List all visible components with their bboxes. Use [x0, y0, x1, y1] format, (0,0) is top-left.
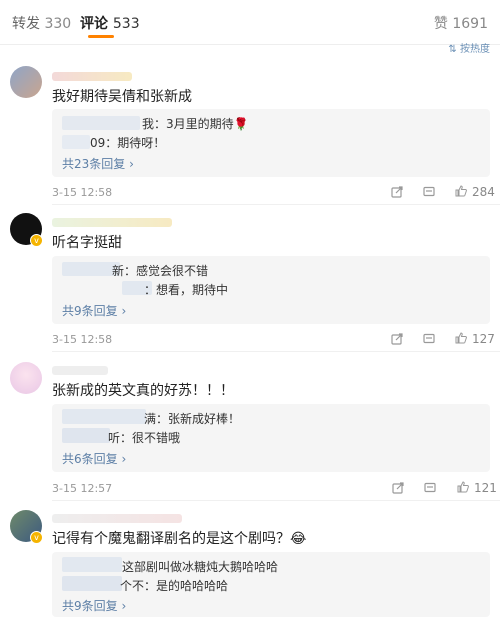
reply-preview-box[interactable]: 我：3月里的期待🌹 09：期待呀！ 共23条回复 › — [52, 109, 490, 177]
sort-button[interactable]: ⇅ 按热度 — [448, 40, 490, 55]
username-redacted[interactable] — [52, 218, 172, 227]
comment-icon[interactable] — [423, 333, 435, 345]
tab-comment[interactable]: 评论 533 — [80, 13, 140, 33]
reply-username-redacted — [62, 576, 122, 591]
reply-preview-box[interactable]: 新：感觉会很不错 ：想看，期待中 共9条回复 › — [52, 256, 490, 324]
comment-text: 我好期待吴倩和张新成 — [52, 89, 192, 105]
sort-icon: ⇅ — [448, 44, 457, 55]
reply-line: 听：很不错哦 — [108, 431, 181, 445]
comment-tabs: 转发 330 评论 533 赞 1691 — [0, 0, 500, 44]
tab-repost-count: 330 — [44, 16, 72, 32]
comment-divider — [52, 351, 500, 352]
comment-icon[interactable] — [423, 186, 435, 198]
like-count: 284 — [472, 185, 495, 199]
comment-divider — [52, 500, 500, 501]
username-redacted[interactable] — [52, 366, 108, 375]
reply-username-redacted — [62, 135, 90, 149]
comment-text: 记得有个魔鬼翻译剧名的是这个剧吗？😂 — [52, 531, 307, 547]
view-replies-link[interactable]: 共9条回复 › — [62, 597, 126, 614]
comment-time: 3-15 12:57 — [52, 482, 113, 495]
like-count: 121 — [474, 481, 497, 495]
reply-line: 满：张新成好棒！ — [144, 412, 241, 426]
share-icon[interactable] — [392, 482, 404, 494]
comment-time: 3-15 12:58 — [52, 186, 113, 199]
tab-comment-label: 评论 — [80, 16, 108, 32]
tab-like[interactable]: 赞 1691 — [434, 13, 488, 33]
reply-line: 我：3月里的期待🌹 — [142, 117, 249, 131]
like-count: 127 — [472, 332, 495, 346]
reply-preview-box[interactable]: 这部剧叫做冰糖炖大鹅哈哈哈 个不：是的哈哈哈哈 共9条回复 › — [52, 552, 490, 617]
view-replies-link[interactable]: 共9条回复 › — [62, 302, 126, 319]
reply-line: 个不：是的哈哈哈哈 — [120, 579, 229, 593]
avatar[interactable] — [10, 362, 42, 394]
tab-comment-count: 533 — [112, 16, 140, 32]
reply-line: 新：感觉会很不错 — [112, 264, 209, 278]
username-redacted[interactable] — [52, 72, 132, 81]
reply-line: ：想看，期待中 — [144, 283, 229, 297]
comment-divider — [52, 204, 500, 205]
like-icon[interactable] — [457, 481, 469, 493]
tabs-divider — [0, 44, 500, 45]
like-icon[interactable] — [455, 332, 467, 344]
share-icon[interactable] — [391, 333, 403, 345]
verified-badge-icon: v — [30, 531, 43, 544]
share-icon[interactable] — [391, 186, 403, 198]
view-replies-link[interactable]: 共6条回复 › — [62, 450, 126, 467]
like-icon[interactable] — [455, 185, 467, 197]
comment-icon[interactable] — [424, 482, 436, 494]
reply-line: 09：期待呀！ — [90, 136, 166, 150]
comment-text: 听名字挺甜 — [52, 235, 122, 251]
reply-username-redacted — [62, 116, 140, 130]
view-replies-link[interactable]: 共23条回复 › — [62, 155, 134, 172]
tab-like-label: 赞 — [433, 16, 448, 32]
reply-preview-box[interactable]: 满：张新成好棒！ 听：很不错哦 共6条回复 › — [52, 404, 490, 472]
tab-repost[interactable]: 转发 330 — [12, 13, 71, 33]
reply-line: 这部剧叫做冰糖炖大鹅哈哈哈 — [122, 560, 279, 574]
reply-username-redacted — [62, 428, 110, 443]
tab-like-count: 1691 — [452, 16, 488, 32]
reply-username-redacted — [62, 557, 122, 572]
comment-text: 张新成的英文真的好苏！！！ — [52, 383, 234, 399]
username-redacted[interactable] — [52, 514, 182, 523]
verified-badge-icon: v — [30, 234, 43, 247]
comment-time: 3-15 12:58 — [52, 333, 113, 346]
tab-repost-label: 转发 — [12, 16, 40, 32]
avatar[interactable] — [10, 66, 42, 98]
sort-label: 按热度 — [460, 44, 490, 55]
active-tab-indicator — [88, 35, 114, 38]
reply-username-redacted — [62, 409, 146, 424]
